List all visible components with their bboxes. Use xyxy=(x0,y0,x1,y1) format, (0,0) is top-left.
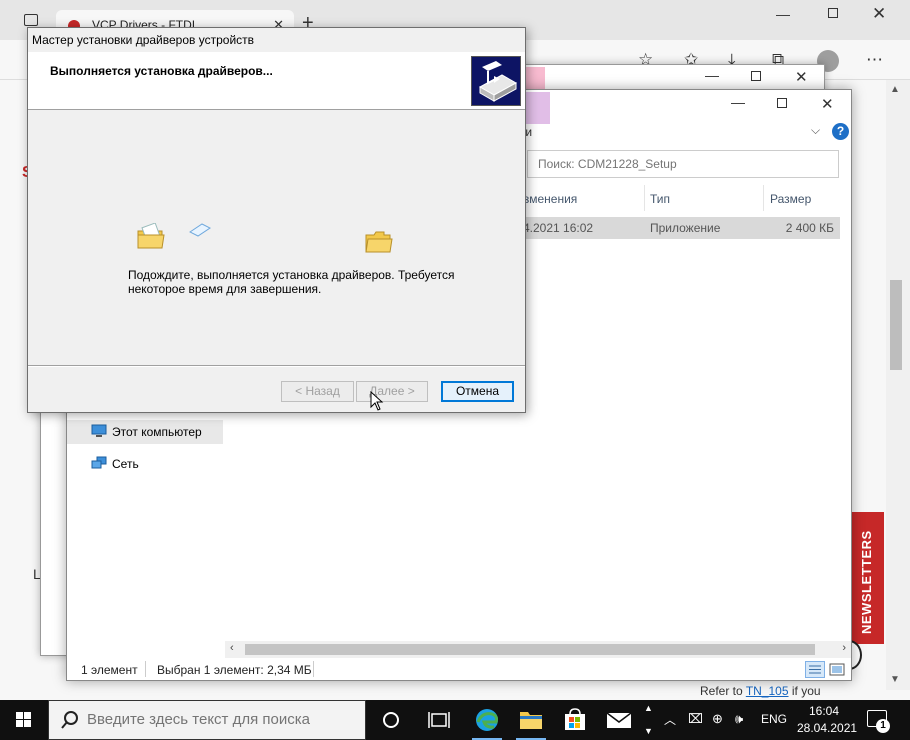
column-divider[interactable] xyxy=(763,185,764,211)
newsletters-button[interactable]: NEWSLETTERS xyxy=(852,512,884,644)
tab-actions-icon[interactable] xyxy=(24,14,38,26)
wizard-title: Мастер установки драйверов устройств xyxy=(32,33,255,47)
store-taskbar-button[interactable] xyxy=(552,700,598,740)
ribbon-expand-icon[interactable]: ⌵ xyxy=(811,123,820,138)
search-icon xyxy=(59,709,81,734)
clock-time[interactable]: 16:04 xyxy=(809,704,839,718)
taskbar: ▲ ▼ ︿ ⌧ ⊕ 🕪 ENG 16:04 28.04.2021 1 xyxy=(0,700,910,740)
notification-count-badge: 1 xyxy=(876,719,890,733)
browser-maximize-icon[interactable] xyxy=(828,8,838,18)
network-icon xyxy=(91,456,107,470)
cortana-button[interactable] xyxy=(368,700,414,740)
search-box[interactable] xyxy=(527,150,839,178)
taskbar-search-input[interactable] xyxy=(87,711,357,728)
browser-scrollbar[interactable]: ▲ ▼ xyxy=(886,80,910,690)
taskbar-search-box[interactable] xyxy=(48,700,366,740)
file-modified: 4.2021 16:02 xyxy=(523,221,594,235)
status-bar: 1 элемент Выбран 1 элемент: 2,34 МБ xyxy=(67,658,851,681)
language-indicator[interactable]: ENG xyxy=(761,712,787,726)
nav-item-label: Сеть xyxy=(112,457,139,471)
nav-item-label: Этот компьютер xyxy=(112,425,202,439)
scroll-down-icon[interactable]: ▼ xyxy=(644,726,653,736)
computer-icon xyxy=(91,424,107,438)
edge-icon xyxy=(476,709,498,731)
scrollbar-thumb[interactable] xyxy=(245,644,815,655)
footer-suffix: if you xyxy=(791,684,821,698)
next-button[interactable]: Далее > xyxy=(356,381,428,402)
column-headers: а изменения Тип Размер xyxy=(507,185,842,211)
scroll-right-icon[interactable]: › xyxy=(842,642,846,654)
clock-date[interactable]: 28.04.2021 xyxy=(797,721,857,735)
cortana-icon xyxy=(383,712,399,728)
details-view-icon[interactable] xyxy=(805,661,825,678)
horizontal-scrollbar[interactable]: ‹ › xyxy=(225,641,851,658)
destination-folder-icon xyxy=(364,229,394,258)
maximize-icon[interactable] xyxy=(777,98,787,108)
more-icon[interactable]: ⋯ xyxy=(866,50,883,70)
minimize-icon[interactable]: — xyxy=(705,67,719,83)
column-header-size[interactable]: Размер xyxy=(770,192,811,206)
browser-minimize-icon[interactable]: — xyxy=(776,6,790,22)
wizard-divider xyxy=(28,365,525,367)
show-hidden-icons-icon[interactable]: ︿ xyxy=(664,711,676,728)
flying-document-icon xyxy=(188,222,212,241)
mouse-cursor-icon xyxy=(370,390,384,414)
driver-install-wizard[interactable]: Мастер установки драйверов устройств Вып… xyxy=(27,27,526,413)
close-icon[interactable]: ✕ xyxy=(795,68,808,86)
footer-link[interactable]: TN_105 xyxy=(746,684,789,698)
start-button[interactable] xyxy=(0,700,48,740)
minimize-icon[interactable]: — xyxy=(731,94,745,110)
windows-logo-icon xyxy=(16,712,31,727)
taskbar-overflow[interactable]: ▲ ▼ xyxy=(642,700,656,740)
file-size: 2 400 КБ xyxy=(785,221,834,235)
folder-icon xyxy=(520,712,542,729)
hardware-install-icon xyxy=(471,56,521,106)
cancel-button[interactable]: Отмена xyxy=(441,381,514,402)
status-selection: Выбран 1 элемент: 2,34 МБ xyxy=(157,663,312,677)
status-divider xyxy=(313,661,314,677)
file-row[interactable]: 4.2021 16:02 Приложение 2 400 КБ xyxy=(507,217,840,239)
browser-close-icon[interactable]: ✕ xyxy=(872,4,886,24)
network-tray-icon[interactable]: ⊕ xyxy=(712,711,723,727)
nav-item-network[interactable]: Сеть xyxy=(67,452,223,476)
nav-item-this-pc[interactable]: Этот компьютер xyxy=(67,420,223,444)
mail-taskbar-button[interactable] xyxy=(596,700,642,740)
volume-icon[interactable]: 🕪 xyxy=(735,711,743,727)
store-icon xyxy=(565,708,585,730)
back-button[interactable]: < Назад xyxy=(281,381,354,402)
file-explorer-taskbar-button[interactable] xyxy=(508,700,554,740)
scrollbar-thumb[interactable] xyxy=(890,280,902,370)
navigation-pane: Этот компьютер Сеть xyxy=(67,400,225,650)
file-type: Приложение xyxy=(650,221,721,235)
wizard-header: Выполняется установка драйверов... xyxy=(28,52,525,110)
source-folder-icon xyxy=(136,222,166,254)
ribbon-tab-highlight xyxy=(524,92,550,124)
footer-text: Refer to xyxy=(700,684,743,698)
help-icon[interactable]: ? xyxy=(832,123,849,140)
maximize-icon[interactable] xyxy=(751,71,761,81)
search-input[interactable] xyxy=(528,151,838,177)
page-footer-text: Refer to TN_105 if you xyxy=(700,684,821,698)
status-item-count: 1 элемент xyxy=(81,663,138,677)
wizard-heading: Выполняется установка драйверов... xyxy=(50,64,273,78)
column-divider[interactable] xyxy=(644,185,645,211)
large-icons-view-icon[interactable] xyxy=(829,662,845,677)
meet-now-icon[interactable]: ⌧ xyxy=(688,711,703,727)
column-header-type[interactable]: Тип xyxy=(650,192,670,206)
scroll-up-icon[interactable]: ▲ xyxy=(644,703,653,713)
status-divider xyxy=(145,661,146,677)
wizard-status-message: Подождите, выполняется установка драйвер… xyxy=(128,268,455,296)
task-view-button[interactable] xyxy=(416,700,462,740)
close-icon[interactable]: ✕ xyxy=(821,95,834,113)
scroll-down-icon[interactable]: ▼ xyxy=(890,674,900,685)
edge-taskbar-button[interactable] xyxy=(464,700,510,740)
scroll-left-icon[interactable]: ‹ xyxy=(230,642,234,654)
mail-icon xyxy=(606,712,632,728)
newsletters-label: NEWSLETTERS xyxy=(859,530,874,634)
task-view-icon xyxy=(428,712,450,728)
scroll-up-icon[interactable]: ▲ xyxy=(890,84,900,95)
